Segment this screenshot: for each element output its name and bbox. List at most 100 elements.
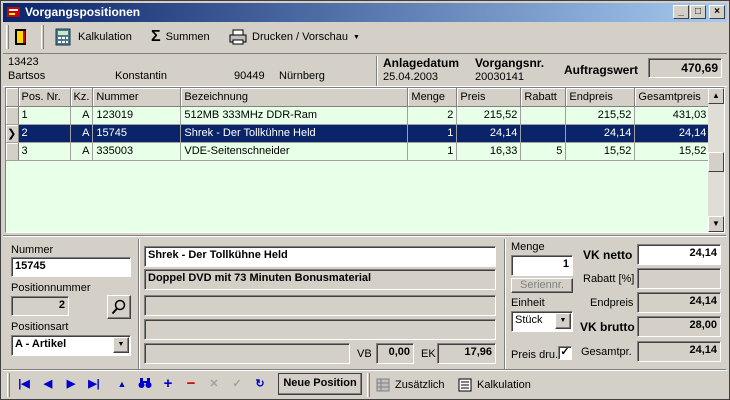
cell-bezeichnung[interactable]: Shrek - Der Tollkühne Held bbox=[180, 124, 409, 143]
zusaetzlich-button[interactable]: Zusätzlich bbox=[376, 374, 445, 396]
cell-posnr[interactable]: 1 bbox=[18, 106, 71, 125]
col-header-preis[interactable]: Preis bbox=[456, 88, 522, 107]
scroll-up-button[interactable]: ▲ bbox=[708, 88, 724, 104]
seriennr-button[interactable]: Seriennr. bbox=[511, 278, 573, 293]
col-header-menge[interactable]: Menge bbox=[407, 88, 458, 107]
search-button[interactable] bbox=[107, 295, 131, 319]
col-header-rabatt[interactable]: Rabatt bbox=[520, 88, 567, 107]
drucken-button[interactable]: Drucken / Vorschau ▼ bbox=[229, 26, 360, 48]
minimize-button[interactable]: _ bbox=[673, 5, 689, 19]
kalkulation-bottom-button[interactable]: Kalkulation bbox=[458, 374, 531, 396]
kalkulation-button[interactable]: Kalkulation bbox=[55, 26, 132, 48]
next-record-icon[interactable]: ▶ bbox=[62, 377, 80, 391]
kalkulation-label: Kalkulation bbox=[78, 31, 132, 43]
grid-corner bbox=[6, 88, 19, 107]
customer-zip: 90449 bbox=[234, 70, 265, 82]
cell-nummer[interactable]: 15745 bbox=[92, 124, 182, 143]
first-record-icon[interactable]: |◀ bbox=[15, 377, 33, 391]
cell-menge[interactable]: 1 bbox=[407, 124, 458, 143]
cell-bezeichnung[interactable]: VDE-Seitenschneider bbox=[180, 142, 409, 161]
table-row[interactable]: 1 A 123019 512MB 333MHz DDR-Ram 2 215,52 215,5… bbox=[6, 106, 711, 125]
cell-rabatt[interactable]: 5 bbox=[520, 142, 567, 161]
cell-nummer[interactable]: 335003 bbox=[92, 142, 182, 161]
title-bar[interactable]: Vorgangspositionen _ □ × bbox=[3, 3, 727, 22]
refresh-icon[interactable]: ↻ bbox=[251, 377, 269, 391]
cell-gesamtpreis[interactable]: 24,14 bbox=[634, 124, 711, 143]
neue-position-button[interactable]: Neue Position bbox=[278, 373, 362, 395]
add-icon[interactable]: + bbox=[159, 376, 177, 391]
delete-icon[interactable]: − bbox=[182, 376, 200, 391]
col-header-kz[interactable]: Kz. bbox=[70, 88, 94, 107]
positions-grid[interactable]: Pos. Nr. Kz. Nummer Bezeichnung Menge Pr… bbox=[5, 87, 725, 233]
einheit-select[interactable]: Stück ▼ bbox=[511, 311, 573, 332]
order-header: 13423 Bartsos Konstantin 90449 Nürnberg … bbox=[3, 53, 727, 87]
col-header-endpreis[interactable]: Endpreis bbox=[565, 88, 636, 107]
cell-rabatt[interactable] bbox=[520, 106, 567, 125]
rabatt-input[interactable] bbox=[637, 268, 721, 289]
table-row[interactable]: 3 A 335003 VDE-Seitenschneider 1 16,33 5 15,52 1… bbox=[6, 142, 711, 161]
grid-scrollbar[interactable]: ▲ ▼ bbox=[708, 88, 724, 232]
posart-dropdown-arrow-icon[interactable]: ▼ bbox=[113, 337, 129, 353]
cell-gesamtpreis[interactable]: 431,03 bbox=[634, 106, 711, 125]
col-header-nummer[interactable]: Nummer bbox=[92, 88, 182, 107]
cell-menge[interactable]: 2 bbox=[407, 106, 458, 125]
last-record-icon[interactable]: ▶| bbox=[85, 377, 103, 391]
posart-select[interactable]: A - Artikel ▼ bbox=[11, 335, 131, 356]
cell-kz[interactable]: A bbox=[70, 124, 94, 143]
description-line2[interactable]: Doppel DVD mit 73 Minuten Bonusmaterial bbox=[144, 269, 496, 290]
confirm-icon[interactable]: ✓ bbox=[228, 377, 246, 391]
maximize-button[interactable]: □ bbox=[690, 5, 706, 19]
row-indicator[interactable]: ❯ bbox=[6, 124, 19, 143]
scroll-thumb[interactable] bbox=[708, 152, 724, 172]
col-header-bezeichnung[interactable]: Bezeichnung bbox=[180, 88, 409, 107]
row-indicator[interactable] bbox=[6, 106, 19, 125]
cell-rabatt[interactable] bbox=[520, 124, 567, 143]
cell-preis[interactable]: 24,14 bbox=[456, 124, 522, 143]
customer-lastname: Bartsos bbox=[8, 70, 46, 82]
cell-endpreis[interactable]: 215,52 bbox=[565, 106, 636, 125]
einheit-label: Einheit bbox=[511, 297, 545, 309]
cell-gesamtpreis[interactable]: 15,52 bbox=[634, 142, 711, 161]
move-up-icon[interactable]: ▲ bbox=[113, 377, 131, 391]
col-header-posnr[interactable]: Pos. Nr. bbox=[18, 88, 71, 107]
scroll-down-button[interactable]: ▼ bbox=[708, 216, 724, 232]
summen-button[interactable]: Σ Summen bbox=[151, 26, 210, 48]
cell-preis[interactable]: 215,52 bbox=[456, 106, 522, 125]
einheit-dropdown-arrow-icon[interactable]: ▼ bbox=[555, 313, 571, 329]
cell-kz[interactable]: A bbox=[70, 106, 94, 125]
menge-input[interactable]: 1 bbox=[511, 255, 573, 276]
vknetto-input[interactable]: 24,14 bbox=[637, 244, 721, 265]
vknetto-label: VK netto bbox=[583, 248, 633, 262]
description-line4[interactable] bbox=[144, 319, 496, 340]
cell-preis[interactable]: 16,33 bbox=[456, 142, 522, 161]
printer-icon bbox=[229, 29, 247, 45]
calculator-small-icon bbox=[458, 378, 472, 392]
table-row[interactable]: ❯ 2 A 15745 Shrek - Der Tollkühne Held 1 24,14… bbox=[6, 124, 711, 143]
cell-posnr[interactable]: 2 bbox=[18, 124, 71, 143]
cell-endpreis[interactable]: 24,14 bbox=[565, 124, 636, 143]
close-button[interactable]: × bbox=[709, 5, 725, 19]
nummer-input[interactable]: 15745 bbox=[11, 257, 131, 277]
prev-record-icon[interactable]: ◀ bbox=[39, 377, 57, 391]
cell-menge[interactable]: 1 bbox=[407, 142, 458, 161]
cell-endpreis[interactable]: 15,52 bbox=[565, 142, 636, 161]
description-line1[interactable]: Shrek - Der Tollkühne Held bbox=[144, 246, 496, 267]
row-indicator[interactable] bbox=[6, 142, 19, 161]
description-line5[interactable] bbox=[144, 343, 350, 364]
order-nr-label: Vorgangsnr. bbox=[475, 56, 545, 70]
grid-icon bbox=[376, 378, 390, 392]
positions-table: Pos. Nr. Kz. Nummer Bezeichnung Menge Pr… bbox=[6, 88, 711, 161]
col-header-gesamtpreis[interactable]: Gesamtpreis bbox=[634, 88, 711, 107]
kalkulation-bottom-label: Kalkulation bbox=[477, 379, 531, 391]
binoculars-icon[interactable] bbox=[136, 377, 154, 391]
cell-bezeichnung[interactable]: 512MB 333MHz DDR-Ram bbox=[180, 106, 409, 125]
posnr-field: 2 bbox=[11, 296, 69, 316]
description-line3[interactable] bbox=[144, 295, 496, 316]
cell-nummer[interactable]: 123019 bbox=[92, 106, 182, 125]
cell-posnr[interactable]: 3 bbox=[18, 142, 71, 161]
exit-button[interactable] bbox=[13, 26, 29, 48]
bottom-separator bbox=[3, 369, 727, 371]
cancel-icon[interactable]: ✕ bbox=[205, 377, 223, 391]
cell-kz[interactable]: A bbox=[70, 142, 94, 161]
preisdru-checkbox[interactable]: ✓ bbox=[558, 346, 572, 360]
